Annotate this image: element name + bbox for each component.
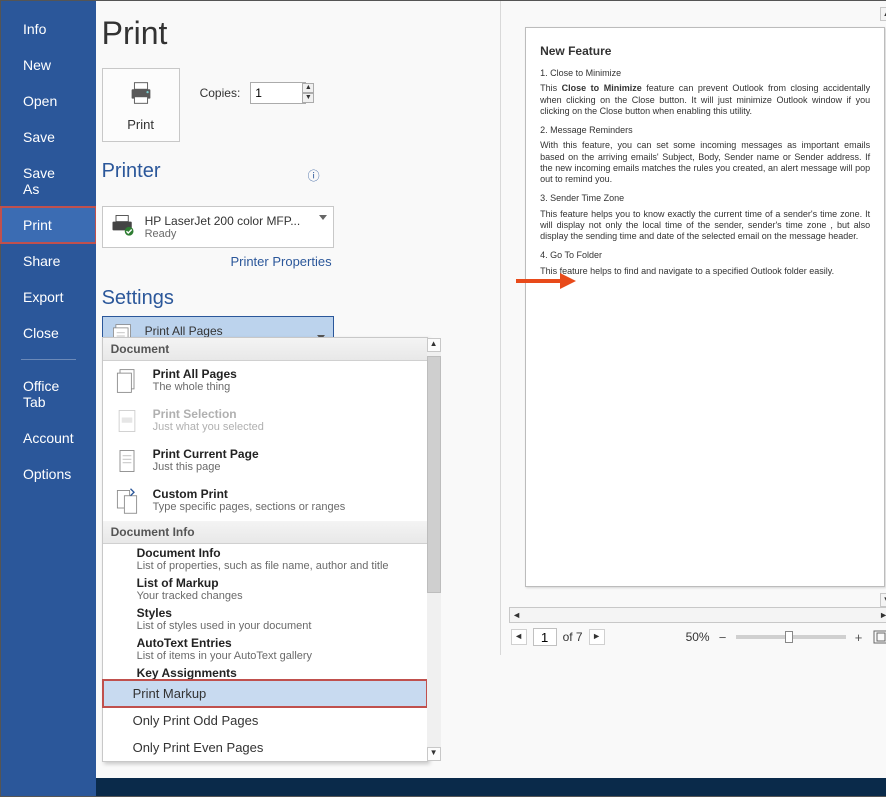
preview-p2: With this feature, you can set some inco… (540, 140, 870, 185)
dd-title: Styles (137, 606, 417, 620)
dd-title: AutoText Entries (137, 636, 417, 650)
prev-page-button[interactable]: ◄ (511, 629, 527, 645)
page-number-input[interactable] (533, 628, 557, 646)
copies-stepper[interactable]: ▲ ▼ (302, 83, 314, 103)
document-custom-icon (113, 487, 143, 515)
scroll-left-icon[interactable]: ◄ (510, 610, 524, 620)
sidebar-item-account[interactable]: Account (1, 420, 96, 456)
print-what-title: Print All Pages (145, 324, 223, 338)
dd-item-print-all[interactable]: Print All PagesThe whole thing (103, 361, 427, 401)
printer-properties-link[interactable]: Printer Properties (102, 254, 332, 269)
preview-s4: 4. Go To Folder (540, 250, 870, 261)
annotation-arrow-icon (516, 271, 576, 291)
preview-hscrollbar[interactable]: ◄ ► (509, 607, 886, 623)
dd-item-print-current[interactable]: Print Current PageJust this page (103, 441, 427, 481)
zoom-thumb[interactable] (785, 631, 793, 643)
page-preview: New Feature 1. Close to Minimize This Cl… (525, 27, 885, 587)
dd-item-print-markup[interactable]: Print Markup (103, 680, 427, 707)
dd-sub: List of items in your AutoText gallery (137, 650, 417, 662)
zoom-fit-button[interactable] (872, 629, 886, 645)
document-selection-icon (113, 407, 143, 435)
sidebar-item-saveas[interactable]: Save As (1, 155, 96, 207)
sidebar-item-new[interactable]: New (1, 47, 96, 83)
backstage-sidebar: Info New Open Save Save As Print Share E… (1, 1, 96, 796)
dropdown-header-document: Document (103, 338, 427, 361)
printer-name: HP LaserJet 200 color MFP... (145, 214, 301, 228)
copies-input[interactable] (250, 82, 306, 104)
preview-scroll-up[interactable]: ▲ (880, 7, 886, 21)
dd-sub: The whole thing (153, 381, 237, 393)
preview-title: New Feature (540, 44, 870, 58)
sidebar-item-officetab[interactable]: Office Tab (1, 368, 96, 420)
dropdown-caret-icon (319, 215, 327, 220)
settings-section-title: Settings (102, 287, 500, 310)
zoom-percent: 50% (686, 630, 710, 644)
dropdown-scrollbar[interactable]: ▲ ▼ (427, 338, 441, 761)
dd-sub: Just what you selected (153, 421, 264, 433)
preview-s2: 2. Message Reminders (540, 125, 870, 136)
scroll-thumb[interactable] (427, 356, 441, 593)
dd-sub: List of properties, such as file name, a… (137, 560, 417, 572)
dd-item-odd-pages[interactable]: Only Print Odd Pages (103, 707, 427, 734)
printer-status: Ready (145, 228, 301, 240)
chevron-up-icon[interactable]: ▲ (302, 83, 314, 93)
document-pages-icon (113, 367, 143, 395)
dd-title: Print Selection (153, 407, 264, 421)
preview-p4: This feature helps to find and navigate … (540, 266, 870, 277)
dd-sub: Your tracked changes (137, 590, 417, 602)
scroll-right-icon[interactable]: ► (877, 610, 886, 620)
printer-select[interactable]: HP LaserJet 200 color MFP... Ready (102, 206, 334, 248)
dd-title: Print Current Page (153, 447, 259, 461)
sidebar-item-export[interactable]: Export (1, 279, 96, 315)
scroll-up-icon[interactable]: ▲ (427, 338, 441, 352)
sidebar-item-share[interactable]: Share (1, 243, 96, 279)
dd-item-custom-print[interactable]: Custom PrintType specific pages, section… (103, 481, 427, 521)
sidebar-separator (21, 359, 76, 360)
dd-item-even-pages[interactable]: Only Print Even Pages (103, 734, 427, 761)
dd-sub: Just this page (153, 461, 259, 473)
sidebar-item-close[interactable]: Close (1, 315, 96, 351)
print-button-label: Print (127, 117, 154, 132)
printer-device-icon (109, 212, 137, 243)
chevron-down-icon[interactable]: ▼ (302, 93, 314, 103)
dd-item-styles[interactable]: StylesList of styles used in your docume… (103, 604, 427, 634)
sidebar-item-options[interactable]: Options (1, 456, 96, 492)
next-page-button[interactable]: ► (589, 629, 605, 645)
preview-scroll-down[interactable]: ▼ (880, 593, 886, 607)
copies-label: Copies: (200, 86, 241, 100)
dd-item-docinfo[interactable]: Document InfoList of properties, such as… (103, 544, 427, 574)
page-count-label: of 7 (563, 630, 583, 644)
footer-strip (96, 778, 886, 796)
dd-sub: Type specific pages, sections or ranges (153, 501, 346, 513)
sidebar-item-print[interactable]: Print (1, 207, 96, 243)
document-single-icon (113, 447, 143, 475)
zoom-out-button[interactable]: − (716, 630, 730, 645)
print-button[interactable]: Print (102, 68, 180, 142)
sidebar-item-info[interactable]: Info (1, 11, 96, 47)
printer-icon (126, 78, 156, 111)
dd-title: Print All Pages (153, 367, 237, 381)
zoom-slider[interactable] (736, 635, 846, 639)
preview-s1: 1. Close to Minimize (540, 68, 870, 79)
sidebar-item-open[interactable]: Open (1, 83, 96, 119)
dd-title: Custom Print (153, 487, 346, 501)
dropdown-header-docinfo: Document Info (103, 521, 427, 544)
dd-title: List of Markup (137, 576, 417, 590)
sidebar-item-save[interactable]: Save (1, 119, 96, 155)
zoom-in-button[interactable]: + (852, 630, 866, 645)
preview-s3: 3. Sender Time Zone (540, 193, 870, 204)
dd-item-print-selection: Print SelectionJust what you selected (103, 401, 427, 441)
dd-title: Key Assignments (137, 666, 417, 680)
page-title: Print (96, 5, 500, 68)
dd-item-keyassign[interactable]: Key Assignments (103, 664, 427, 680)
dd-item-autotext[interactable]: AutoText EntriesList of items in your Au… (103, 634, 427, 664)
preview-p1: This Close to Minimize feature can preve… (540, 83, 870, 117)
dd-title: Document Info (137, 546, 417, 560)
dd-sub: List of styles used in your document (137, 620, 417, 632)
print-what-dropdown: Document Print All PagesThe whole thing … (102, 337, 428, 762)
dd-item-listmarkup[interactable]: List of MarkupYour tracked changes (103, 574, 427, 604)
preview-p3: This feature helps you to know exactly t… (540, 209, 870, 243)
scroll-down-icon[interactable]: ▼ (427, 747, 441, 761)
